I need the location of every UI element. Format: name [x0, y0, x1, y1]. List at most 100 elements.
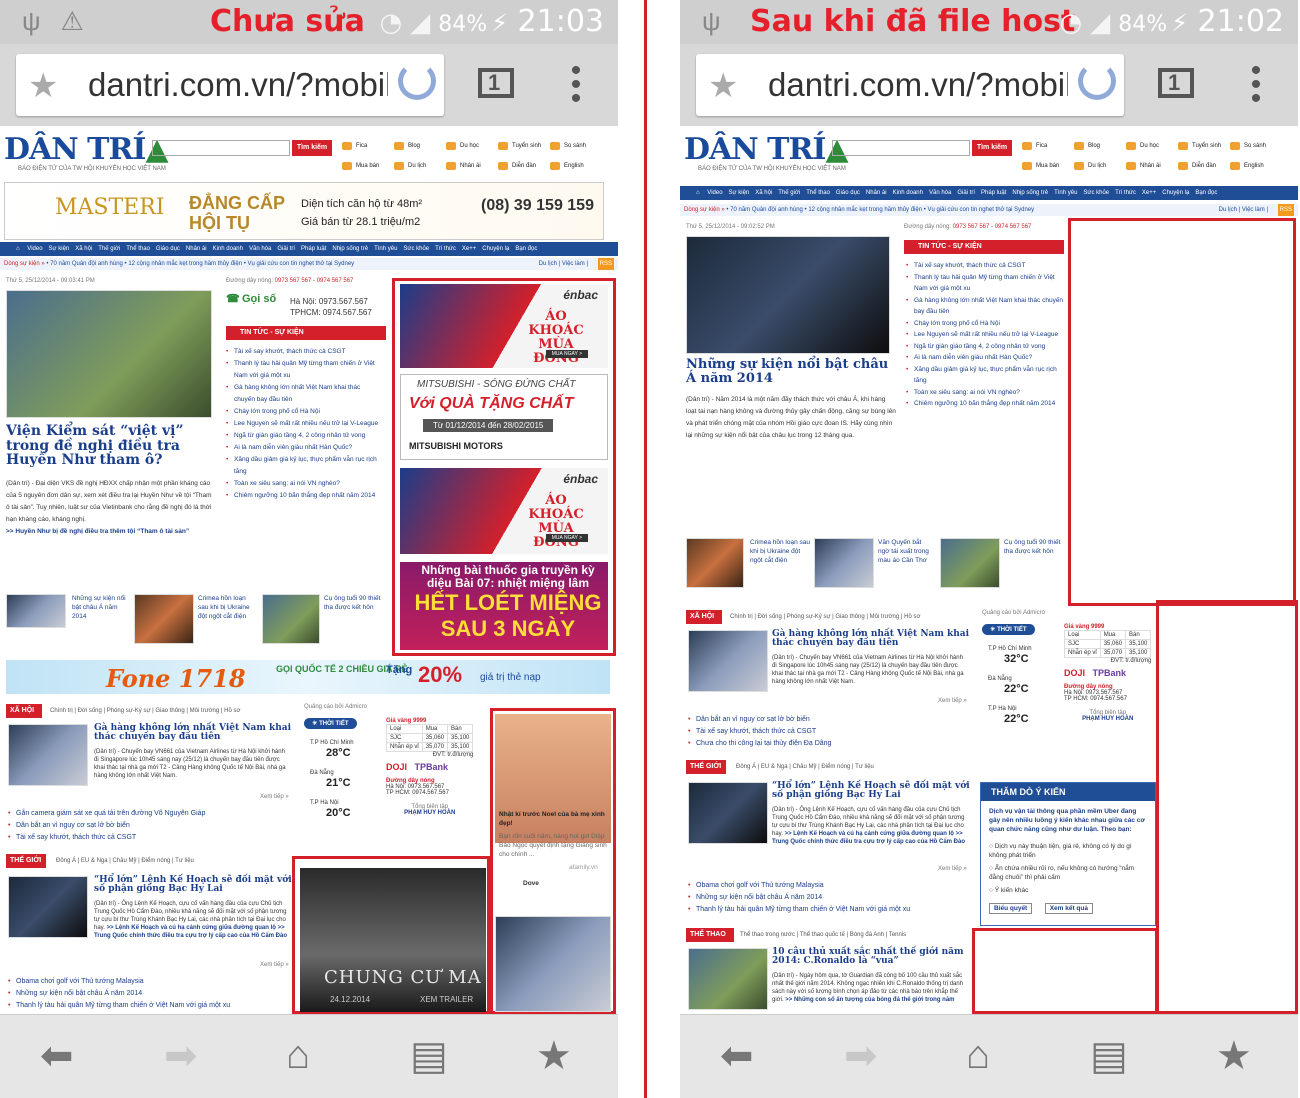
reload-icon[interactable]	[398, 62, 436, 100]
nav-item[interactable]: Trí thức	[1115, 190, 1136, 196]
nav-item[interactable]: Trí thức	[435, 246, 456, 252]
nav-item[interactable]: Giáo dục	[156, 246, 180, 252]
forward-arrow-icon[interactable]: ➡	[844, 1033, 878, 1079]
quick-link[interactable]: So sánh	[1228, 138, 1280, 154]
mitsubishi-ad[interactable]: MITSUBISHI - SÓNG ĐỨNG CHẤT Với QUÀ TẶNG …	[400, 374, 608, 460]
quick-link[interactable]: Du lịch	[1072, 158, 1124, 174]
feature-headline[interactable]: Những sự kiện nổi bật châu Á năm 2014	[686, 358, 896, 385]
tab-switcher-button[interactable]: 1	[478, 68, 514, 98]
afamily-native-ad[interactable]: Nhật kí trước Noel của bà mẹ xinh đẹp! B…	[495, 714, 611, 898]
thumb-photo[interactable]	[686, 538, 744, 588]
section-photo[interactable]	[8, 724, 88, 786]
section-subcategories[interactable]: Đông Á | EU & Nga | Châu Mỹ | Điểm nóng …	[56, 858, 194, 864]
reload-icon[interactable]	[1078, 62, 1116, 100]
quick-link[interactable]: Diễn đàn	[1176, 158, 1228, 174]
nav-item[interactable]: Kinh doanh	[213, 246, 243, 252]
news-item[interactable]: Ngã từ giàn giáo tầng 4, 2 công nhân tử …	[226, 430, 382, 442]
nav-item[interactable]: Pháp luật	[301, 246, 326, 252]
section-the-gioi[interactable]: THẾ GIỚI	[6, 854, 46, 868]
section-subcategories[interactable]: Chính trị | Đời sống | Phóng sự-Ký sự | …	[50, 708, 240, 714]
news-item[interactable]: Xăng dầu giảm giá kỷ lục, thực phẩm vẫn …	[226, 454, 382, 478]
tabs-list-icon[interactable]: ▤	[410, 1033, 448, 1079]
nav-item[interactable]: Bạn đọc	[515, 246, 537, 252]
news-item[interactable]: Thanh lý tàu hải quân Mỹ từng tham chiến…	[8, 1000, 298, 1012]
tabs-list-icon[interactable]: ▤	[1090, 1033, 1128, 1079]
nav-item[interactable]: Giải trí	[277, 246, 295, 252]
section-header-news[interactable]: TIN TỨC - SỰ KIỆN	[904, 240, 1064, 254]
quick-link[interactable]: Diễn đàn	[496, 158, 548, 174]
enbac-jacket-ad-2[interactable]: énbac ÁO KHOÁC MÙA ĐÔNG MUA NGAY >	[400, 468, 608, 554]
news-item[interactable]: Những sự kiện nổi bật châu Á năm 2014	[8, 988, 298, 1000]
enbac-jacket-ad[interactable]: énbac ÁO KHOÁC MÙA ĐÔNG MUA NGAY >	[400, 284, 608, 368]
thumb-caption[interactable]: Những sự kiện nổi bật châu Á năm 2014	[72, 594, 130, 621]
search-button[interactable]: Tìm kiếm	[972, 140, 1012, 156]
address-bar[interactable]: ★ dantri.com.vn/?mobile	[16, 54, 444, 116]
site-logo[interactable]: DÂN TRÍ▲	[4, 132, 169, 167]
feature-photo[interactable]	[686, 236, 890, 354]
vote-button[interactable]: Biểu quyết	[989, 903, 1033, 914]
nav-item[interactable]: Video	[707, 190, 722, 196]
news-item[interactable]: Ngã từ giàn giáo tầng 4, 2 công nhân tử …	[906, 341, 1064, 353]
results-button[interactable]: Xem kết quả	[1044, 903, 1093, 914]
nav-item[interactable]: Xe++	[1142, 190, 1156, 196]
search-input[interactable]	[832, 140, 970, 156]
search-input[interactable]	[152, 140, 290, 156]
news-item[interactable]: Obama chơi golf với Thủ tướng Malaysia	[688, 880, 978, 892]
news-item[interactable]: Lee Nguyen sẽ mất rất nhiều nếu trở lại …	[906, 329, 1064, 341]
quick-link[interactable]: Tuyển sinh	[496, 138, 548, 154]
quick-link[interactable]: Du học	[444, 138, 496, 154]
section-headline[interactable]: “Hổ lớn” Lệnh Kế Hoạch sẽ đối mặt với số…	[772, 781, 972, 801]
nav-item[interactable]: Sự kiện	[49, 246, 70, 252]
news-item[interactable]: Thanh lý tàu hải quân Mỹ từng tham chiến…	[226, 358, 382, 382]
nav-item[interactable]: Bạn đọc	[1195, 190, 1217, 196]
rss-badge[interactable]: RSS	[1277, 204, 1294, 216]
site-logo[interactable]: DÂN TRÍ▲	[684, 132, 849, 167]
news-item[interactable]: Tài xế say khướt, thách thức cả CSGT	[8, 832, 298, 844]
section-header-news[interactable]: TIN TỨC - SỰ KIỆN	[226, 326, 386, 340]
poll-option[interactable]: ○ Dịch vụ này thuận tiện, giá rẻ, không …	[981, 840, 1155, 862]
nav-item[interactable]: Giải trí	[957, 190, 975, 196]
masteri-banner-ad[interactable]: MASTERI ĐẲNG CẤP HỘI TỤ Diện tích căn hộ…	[4, 182, 604, 240]
home-icon[interactable]: ⌂	[16, 246, 20, 252]
nav-item[interactable]: Nhịp sống trẻ	[1012, 190, 1048, 196]
news-item[interactable]: Toàn xe siêu sang: ai nói VN nghèo?	[906, 387, 1064, 399]
nav-item[interactable]: Sức khỏe	[403, 246, 429, 252]
poll-option[interactable]: ○ Ẩn chứa nhiều rủi ro, nếu không có hướ…	[981, 862, 1155, 884]
thumb-caption[interactable]: Cụ ông tuổi 90 thiết tha được kết hôn	[324, 594, 384, 612]
feature-photo[interactable]	[6, 290, 212, 418]
forward-arrow-icon[interactable]: ➡	[164, 1033, 198, 1079]
quick-link[interactable]: Nhân ái	[1124, 158, 1176, 174]
news-item[interactable]: Tài xế say khướt, thách thức cả CSGT	[688, 726, 978, 738]
section-headline[interactable]: Gà hàng không lớn nhất Việt Nam khai thá…	[772, 629, 972, 649]
nav-item[interactable]: Văn hóa	[929, 190, 951, 196]
section-subcategories[interactable]: Đông Á | EU & Nga | Châu Mỹ | Điểm nóng …	[736, 764, 874, 770]
nav-item[interactable]: Thể thao	[126, 246, 150, 252]
news-item[interactable]: Gà hàng không lớn nhất Việt Nam khai thá…	[906, 295, 1064, 318]
nav-item[interactable]: Văn hóa	[249, 246, 271, 252]
nav-item[interactable]: Thế giới	[778, 190, 800, 196]
section-photo[interactable]	[688, 782, 768, 844]
quick-link[interactable]: English	[548, 158, 600, 174]
news-item[interactable]: Chiêm ngưỡng 10 bãn thắng đẹp nhất năm 2…	[906, 398, 1064, 410]
url-text[interactable]: dantri.com.vn/?mobile	[768, 66, 1068, 104]
thumb-photo[interactable]	[134, 594, 194, 644]
section-the-gioi[interactable]: THẾ GIỚI	[686, 760, 726, 774]
quick-link[interactable]: Du học	[1124, 138, 1176, 154]
section-photo[interactable]	[8, 876, 88, 938]
nav-item[interactable]: Tình yêu	[1054, 190, 1077, 196]
news-item[interactable]: Dân bắt an vì nguy cơ sạt lở bờ biển	[688, 714, 978, 726]
bookmarks-icon[interactable]: ★	[536, 1033, 572, 1079]
news-item[interactable]: Thanh lý tàu hải quân Mỹ từng tham chiến…	[906, 272, 1064, 295]
read-more[interactable]: Xem tiếp »	[938, 866, 967, 872]
quick-link[interactable]: English	[1228, 158, 1280, 174]
call-box[interactable]: ☎ Gọi số	[226, 294, 276, 305]
read-more[interactable]: Xem tiếp »	[260, 962, 289, 968]
quick-link[interactable]: Mua bán	[340, 158, 392, 174]
ticker-items[interactable]: • 70 năm Quân đội anh hùng • 12 cộng nhâ…	[726, 207, 1034, 213]
address-bar[interactable]: ★ dantri.com.vn/?mobile	[696, 54, 1124, 116]
quick-link[interactable]: Mua bán	[1020, 158, 1072, 174]
nav-item[interactable]: Pháp luật	[981, 190, 1006, 196]
section-the-thao[interactable]: THỂ THAO	[686, 928, 734, 942]
bookmark-star-icon[interactable]: ★	[708, 66, 738, 106]
ticker-right-links[interactable]: Du lịch | Việc làm |	[1219, 204, 1268, 216]
